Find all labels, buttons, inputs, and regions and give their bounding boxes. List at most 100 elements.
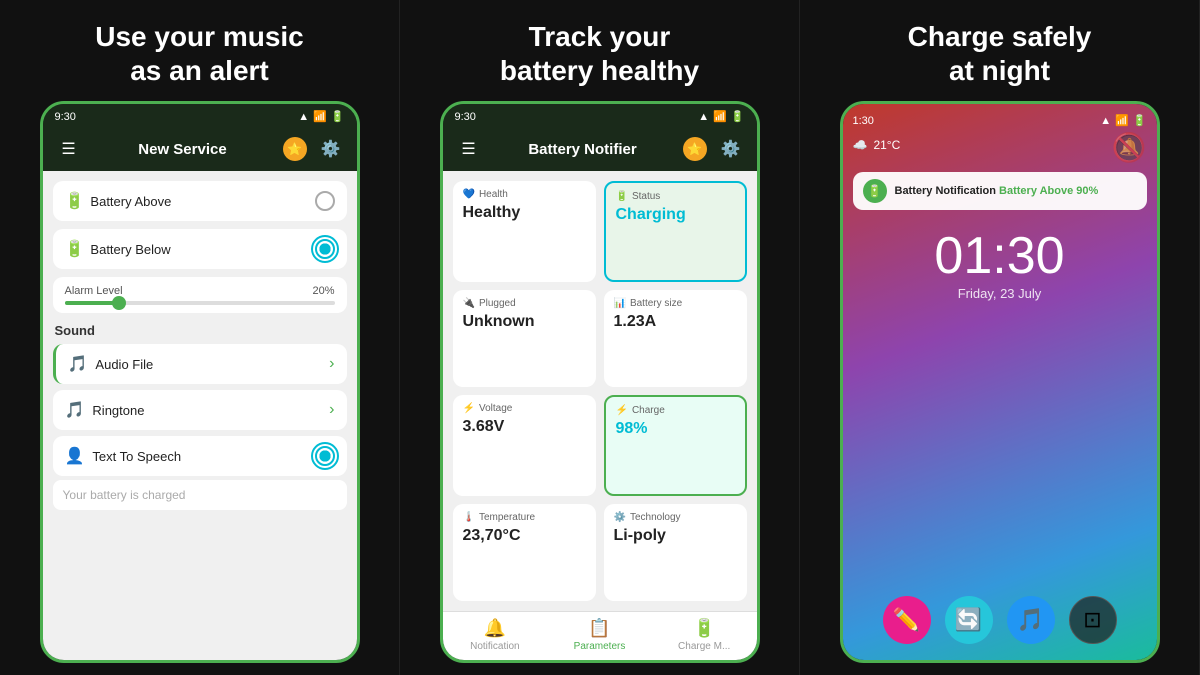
battery-size-value: 1.23A xyxy=(614,313,737,331)
panel-battery-track: Track your battery healthy 9:30 ▲ 📶 🔋 ☰ … xyxy=(400,0,800,675)
alarm-slider-fill xyxy=(65,301,119,305)
alarm-slider-thumb[interactable] xyxy=(112,296,126,310)
phone-content-1: 🔋 Battery Above 🔋 Battery Below Alarm Le… xyxy=(43,171,357,660)
panel2-title: Track your battery healthy xyxy=(500,20,699,87)
technology-value: Li-poly xyxy=(614,527,737,545)
audio-file-icon: 🎵 xyxy=(68,354,88,374)
app-icon-edit[interactable]: ✏️ xyxy=(883,596,931,644)
status-value: Charging xyxy=(616,206,735,224)
ringtone-item[interactable]: 🎵 Ringtone › xyxy=(53,390,347,430)
voltage-value: 3.68V xyxy=(463,418,586,436)
nav-charge-icon: 🔋 xyxy=(693,618,715,639)
app-bar-1: ☰ New Service ⭐ ⚙️ xyxy=(43,127,357,171)
health-value: Healthy xyxy=(463,204,586,222)
lock-clock: 01:30 xyxy=(853,226,1147,286)
status-bar-1: 9:30 ▲ 📶 🔋 xyxy=(43,104,357,127)
temperature-label: 🌡️ Temperature xyxy=(463,512,586,523)
charge-icon: ⚡ xyxy=(616,405,628,416)
wifi-icon: ▲ xyxy=(298,111,309,123)
app-icon-refresh[interactable]: 🔄 xyxy=(945,596,993,644)
tts-placeholder: Your battery is charged xyxy=(63,488,186,502)
battery-icon-status: 🔋 xyxy=(331,110,345,123)
gear-icon[interactable]: ⚙️ xyxy=(317,135,345,163)
app-icons-row: ✏️ 🔄 🎵 ⊡ xyxy=(853,596,1147,650)
tts-label: Text To Speech xyxy=(92,449,181,464)
charge-cell: ⚡ Charge 98% xyxy=(604,395,747,496)
battery-below-label: Battery Below xyxy=(90,242,170,257)
battery-size-icon: 📊 xyxy=(614,298,626,309)
notif-app-icon: 🔋 xyxy=(863,179,887,203)
charge-value: 98% xyxy=(616,420,735,438)
nav-charge-label: Charge M... xyxy=(678,641,730,652)
lock-status-icons: ▲ 📶 🔋 xyxy=(1100,114,1146,127)
phone-frame-3: 1:30 ▲ 📶 🔋 ☁️ 21°C 🔕 🔋 Battery No xyxy=(840,101,1160,663)
battery-above-radio[interactable] xyxy=(315,191,335,211)
temperature-icon: 🌡️ xyxy=(463,512,475,523)
notification-bar: 🔋 Battery Notification Battery Above 90% xyxy=(853,172,1147,210)
app-icon-camera[interactable]: ⊡ xyxy=(1069,596,1117,644)
battery-size-cell: 📊 Battery size 1.23A xyxy=(604,290,747,387)
plugged-label: 🔌 Plugged xyxy=(463,298,586,309)
notif-app-name: Battery Notification xyxy=(895,185,996,197)
tts-item[interactable]: 👤 Text To Speech xyxy=(53,436,347,476)
nav-parameters-icon: 📋 xyxy=(588,618,610,639)
app-icon-music[interactable]: 🎵 xyxy=(1007,596,1055,644)
battery-below-radio[interactable] xyxy=(315,239,335,259)
signal-icon-2: 📶 xyxy=(713,110,727,123)
plugged-icon: 🔌 xyxy=(463,298,475,309)
tts-input[interactable]: Your battery is charged xyxy=(53,480,347,510)
appbar-title-2: Battery Notifier xyxy=(493,141,673,158)
lock-screen: 1:30 ▲ 📶 🔋 ☁️ 21°C 🔕 🔋 Battery No xyxy=(843,104,1157,660)
status-icons-1: ▲ 📶 🔋 xyxy=(298,110,344,123)
ringtone-label: Ringtone xyxy=(92,403,144,418)
weather-row: ☁️ 21°C xyxy=(853,138,901,152)
alarm-level-value: 20% xyxy=(312,285,334,297)
appbar-title-1: New Service xyxy=(93,141,273,158)
menu-icon[interactable]: ☰ xyxy=(55,135,83,163)
alarm-slider-track[interactable] xyxy=(65,301,335,305)
plugged-value: Unknown xyxy=(463,313,586,331)
menu-icon-2[interactable]: ☰ xyxy=(455,135,483,163)
health-label: 💙 Health xyxy=(463,189,586,200)
gear-icon-2[interactable]: ⚙️ xyxy=(717,135,745,163)
notif-message: Battery Above 90% xyxy=(999,185,1098,197)
audio-file-item[interactable]: 🎵 Audio File › xyxy=(53,344,347,384)
nav-notification[interactable]: 🔔 Notification xyxy=(443,618,548,652)
battery-below-item[interactable]: 🔋 Battery Below xyxy=(53,229,347,269)
star-icon[interactable]: ⭐ xyxy=(283,137,307,161)
sound-section-label: Sound xyxy=(55,323,347,338)
battery-above-item[interactable]: 🔋 Battery Above xyxy=(53,181,347,221)
lock-wifi-icon: ▲ xyxy=(1100,115,1111,127)
tts-radio[interactable] xyxy=(315,446,335,466)
nav-charge[interactable]: 🔋 Charge M... xyxy=(652,618,757,652)
weather-temp: 21°C xyxy=(873,138,900,152)
status-cell: 🔋 Status Charging xyxy=(604,181,747,282)
health-icon: 💙 xyxy=(463,189,475,200)
star-icon-2[interactable]: ⭐ xyxy=(683,137,707,161)
nav-parameters-label: Parameters xyxy=(574,641,626,652)
nav-notification-label: Notification xyxy=(470,641,519,652)
lock-signal-icon: 📶 xyxy=(1115,114,1129,127)
status-bar-2: 9:30 ▲ 📶 🔋 xyxy=(443,104,757,127)
notif-content: Battery Notification Battery Above 90% xyxy=(895,185,1099,197)
nav-notification-icon: 🔔 xyxy=(484,618,506,639)
status-time-1: 9:30 xyxy=(55,111,76,123)
nav-parameters[interactable]: 📋 Parameters xyxy=(547,618,652,652)
app-bar-2: ☰ Battery Notifier ⭐ ⚙️ xyxy=(443,127,757,171)
alarm-level-label-row: Alarm Level 20% xyxy=(65,285,335,297)
status-label: 🔋 Status xyxy=(616,191,735,202)
battery-size-label: 📊 Battery size xyxy=(614,298,737,309)
panel-music-alert: Use your music as an alert 9:30 ▲ 📶 🔋 ☰ … xyxy=(0,0,400,675)
bottom-nav-2: 🔔 Notification 📋 Parameters 🔋 Charge M..… xyxy=(443,611,757,660)
ringtone-icon: 🎵 xyxy=(65,400,85,420)
status-icon: 🔋 xyxy=(616,191,628,202)
alarm-level-label: Alarm Level xyxy=(65,285,123,297)
lock-time: 1:30 xyxy=(853,115,874,127)
panel3-title: Charge safely at night xyxy=(908,20,1092,87)
battery-icon-2: 🔋 xyxy=(731,110,745,123)
alarm-level-row: Alarm Level 20% xyxy=(53,277,347,313)
temperature-value: 23,70°C xyxy=(463,527,586,545)
tts-icon: 👤 xyxy=(65,446,85,466)
technology-label: ⚙️ Technology xyxy=(614,512,737,523)
lock-date: Friday, 23 July xyxy=(853,286,1147,301)
